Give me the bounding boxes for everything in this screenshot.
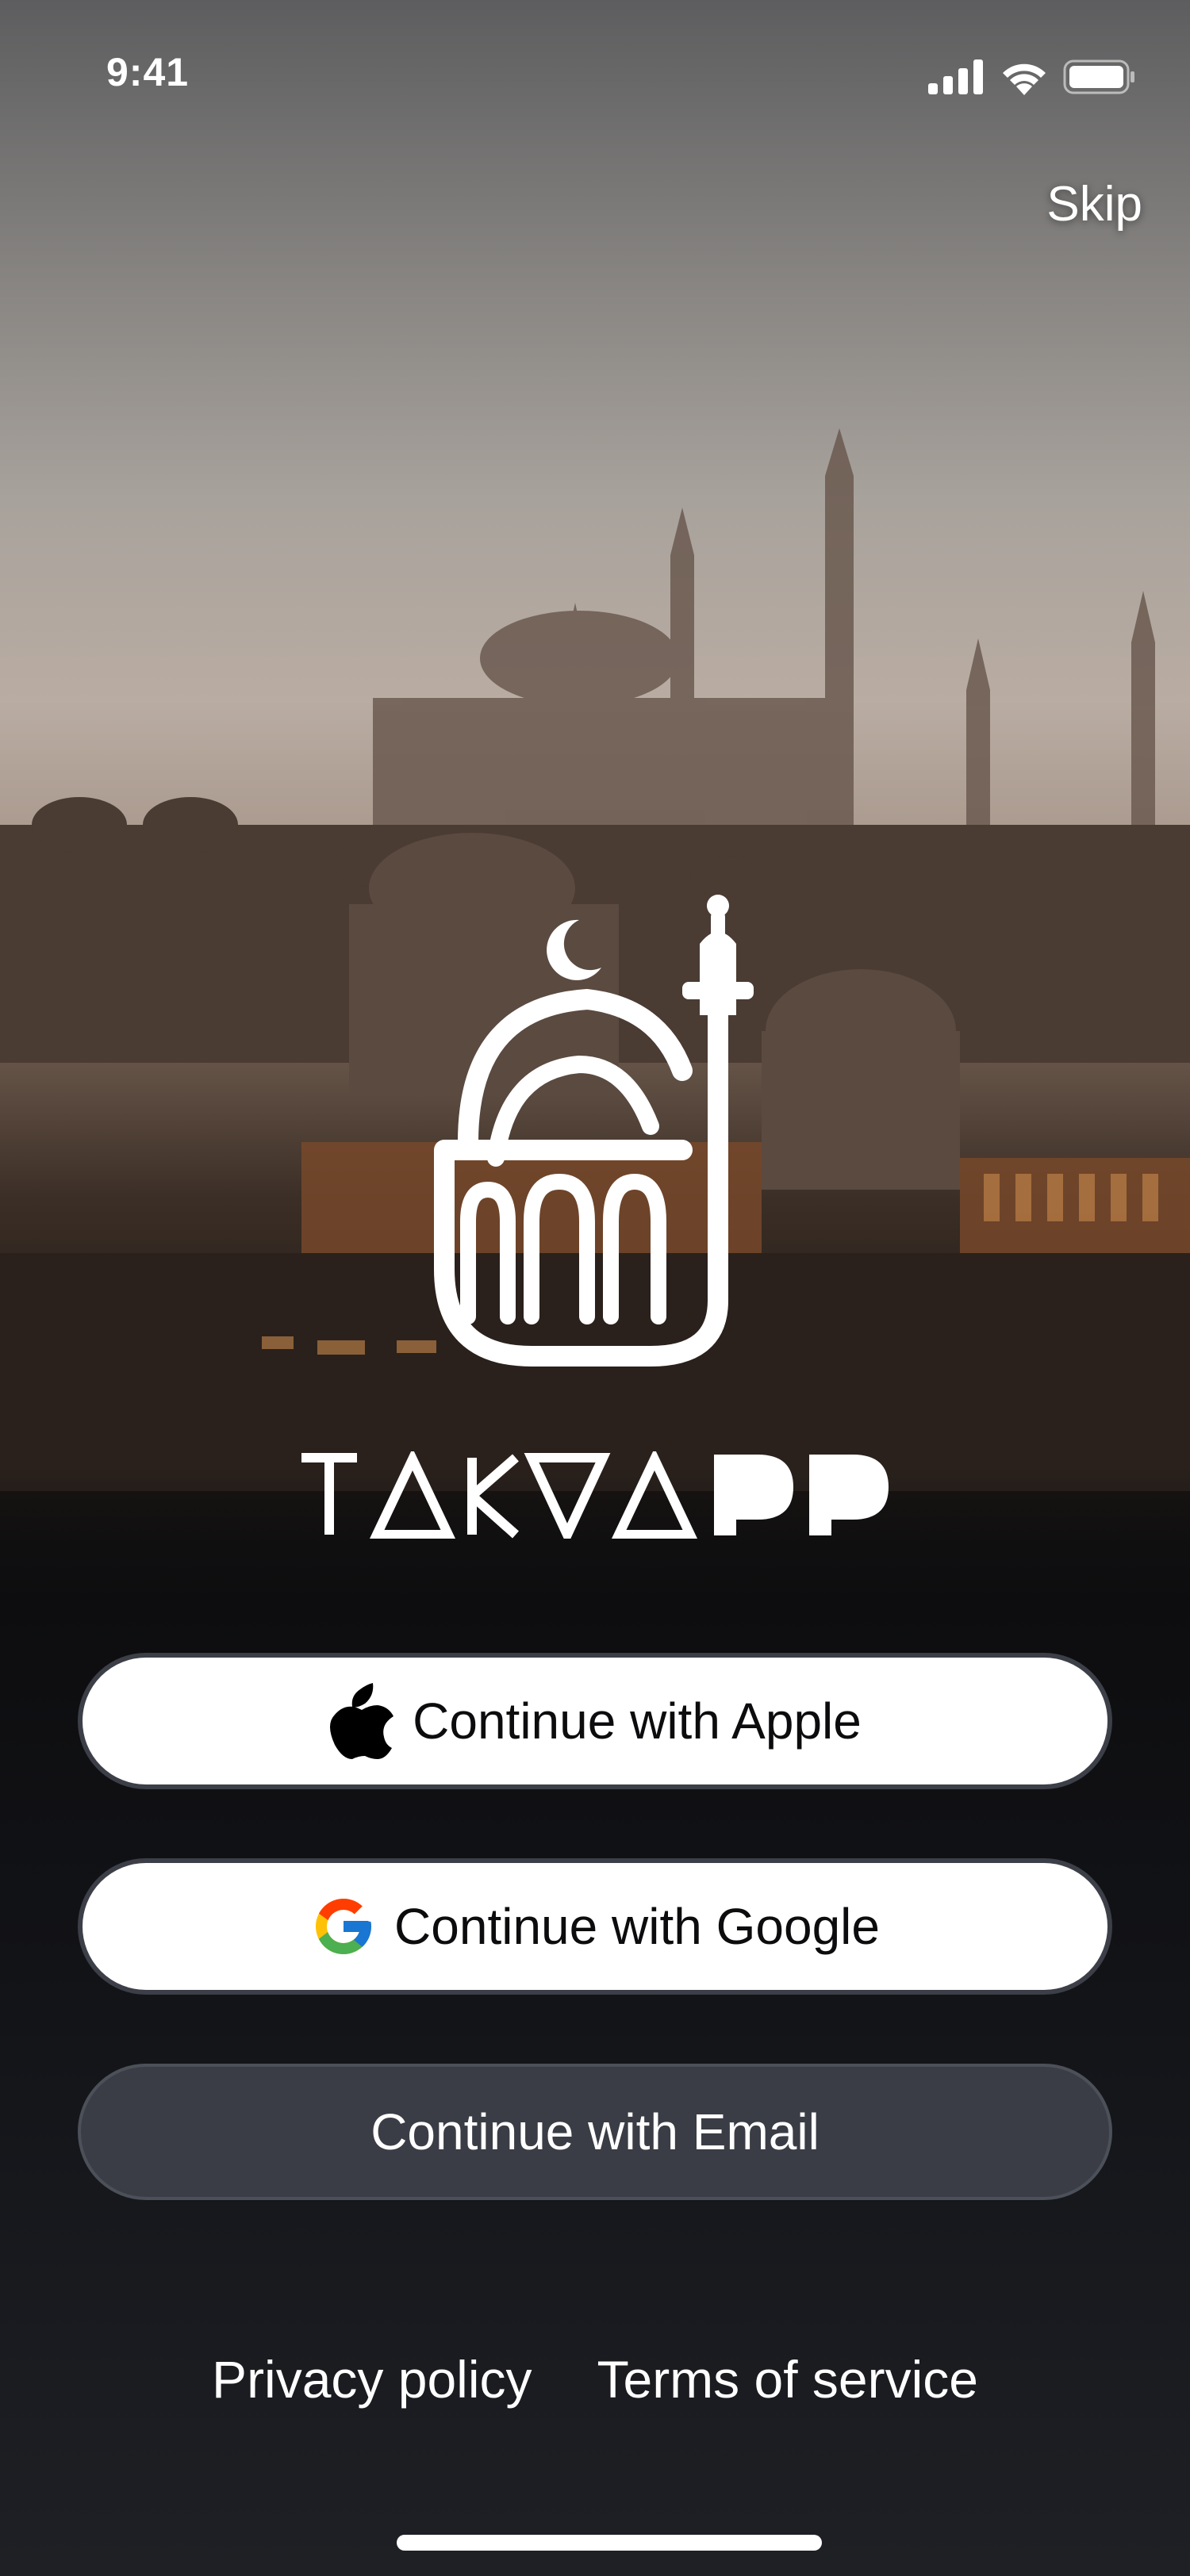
status-bar: 9:41 <box>0 0 1190 151</box>
takvapp-logo-icon <box>420 888 777 1380</box>
bottom-panel <box>0 1467 1190 2576</box>
terms-of-service-link[interactable]: Terms of service <box>597 2349 978 2409</box>
continue-with-google-label: Continue with Google <box>394 1898 880 1955</box>
continue-with-apple-label: Continue with Apple <box>413 1692 862 1750</box>
continue-with-apple-button[interactable]: Continue with Apple <box>78 1653 1112 1789</box>
skip-button[interactable]: Skip <box>1046 176 1142 232</box>
continue-with-google-button[interactable]: Continue with Google <box>78 1858 1112 1995</box>
footer-links: Privacy policy Terms of service <box>0 2349 1190 2409</box>
continue-with-email-label: Continue with Email <box>370 2103 820 2160</box>
battery-icon <box>1063 59 1136 98</box>
wifi-icon <box>1000 59 1049 99</box>
cellular-signal-icon <box>928 59 985 98</box>
brand-wordmark <box>301 1447 889 1547</box>
continue-with-email-button[interactable]: Continue with Email <box>78 2064 1112 2200</box>
mosque-background-image <box>0 0 1190 1666</box>
home-indicator[interactable] <box>397 2535 822 2551</box>
apple-logo-icon <box>328 1683 395 1759</box>
privacy-policy-link[interactable]: Privacy policy <box>212 2349 532 2409</box>
status-icons <box>928 59 1136 99</box>
google-logo-icon <box>310 1893 377 1960</box>
onboarding-screen: 9:41 Skip Continue with Apple Continue w… <box>0 0 1190 2576</box>
status-time: 9:41 <box>106 50 190 94</box>
